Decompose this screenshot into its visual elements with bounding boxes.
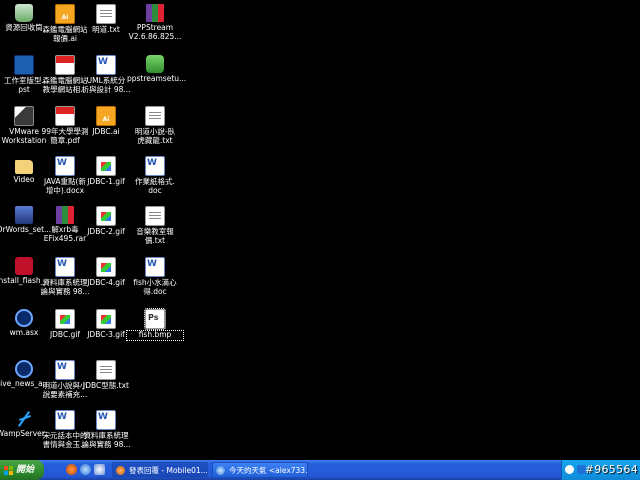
windows-flag-icon: [4, 465, 13, 475]
desktop-icon-16[interactable]: 作業紙格式. doc: [127, 156, 183, 195]
flash-icon: [15, 257, 33, 275]
watermark-text: #965564: [584, 463, 638, 476]
desktop-icon-label: JDBC-3.gif: [87, 330, 125, 339]
desktop-icon-11[interactable]: Ai JDBC.ai: [78, 106, 134, 137]
language-icon[interactable]: [565, 465, 574, 474]
recycle-bin-icon: [15, 4, 33, 22]
desktop-icon-31[interactable]: JDBC型態.txt: [78, 360, 134, 391]
file-icon: [145, 206, 165, 226]
desktop-icon-label: 明道小說-臥 虎藏龍.txt: [134, 127, 176, 145]
wamp-icon: [15, 410, 33, 428]
desktop-icon-label: 資料庫系統理 論與實務 98...: [81, 431, 131, 449]
desktop-icon-label: JDBC.ai: [92, 127, 120, 136]
ai-badge: Ai: [61, 14, 69, 21]
desktop-icon-label: ppstreamsetu...: [127, 74, 187, 83]
desktop-icon-label: 作業紙格式. doc: [135, 177, 175, 195]
taskbar: 開始 發表回覆 - Mobile01... 今天的天氣 <alex733...: [0, 460, 640, 480]
file-icon: [144, 308, 166, 330]
desktop-icon-label: JDBC-1.gif: [87, 177, 125, 186]
desktop-icon-label: JDBC型態.txt: [83, 381, 129, 390]
show-desktop-quicklaunch-icon[interactable]: [94, 464, 105, 475]
file-icon: [145, 257, 165, 277]
vmware-icon: [14, 106, 34, 126]
file-icon: [96, 309, 116, 329]
firefox-icon: [116, 466, 125, 475]
desktop-icon-3[interactable]: 明道.txt: [78, 4, 134, 35]
file-icon: [55, 55, 75, 75]
desktop-icon-12[interactable]: 明道小說-臥 虎藏龍.txt: [127, 106, 183, 145]
file-icon: [96, 156, 116, 176]
file-icon: [96, 206, 116, 226]
internet-explorer-icon: [216, 466, 225, 475]
desktop-icon-label: PPStream V2.6.86.825...: [128, 23, 182, 41]
file-icon: [55, 156, 75, 176]
internet-explorer-quicklaunch-icon[interactable]: [80, 464, 91, 475]
taskbar-window-label: 今天的天氣 <alex733...: [229, 466, 308, 475]
file-icon: [146, 4, 164, 22]
desktop-icon-23[interactable]: JDBC-4.gif: [78, 257, 134, 288]
taskbar-window-label: 發表回覆 - Mobile01...: [129, 466, 208, 475]
file-icon: [14, 55, 34, 75]
desktop-icon-label: JDBC-4.gif: [87, 278, 125, 287]
file-icon: [96, 360, 116, 380]
taskbar-window-2[interactable]: 今天的天氣 <alex733...: [212, 462, 308, 478]
desktop-icon-7[interactable]: UML系統分 析與設計 98...: [78, 55, 134, 94]
desktop-icon-label: fish小水滴心 得.doc: [133, 278, 177, 296]
desktop-icon-24[interactable]: fish小水滴心 得.doc: [127, 257, 183, 296]
media-icon: [15, 309, 33, 327]
file-icon: [55, 257, 75, 277]
file-icon: [96, 410, 116, 430]
firefox-quicklaunch-icon[interactable]: [66, 464, 77, 475]
desktop-icon-label: 明道.txt: [92, 25, 120, 34]
desktop-icon-34[interactable]: 資料庫系統理 論與實務 98...: [78, 410, 134, 449]
file-icon: [96, 55, 116, 75]
file-icon: [56, 206, 74, 224]
desktop-icon-4[interactable]: PPStream V2.6.86.825...: [127, 4, 183, 41]
ai-badge: Ai: [102, 116, 110, 123]
file-icon: [55, 360, 75, 380]
desktop-icon-label: fish.bmp: [126, 330, 184, 341]
desktop-icon-28[interactable]: fish.bmp: [126, 308, 184, 341]
start-button[interactable]: 開始: [0, 460, 44, 480]
desktop-icon-15[interactable]: JDBC-1.gif: [78, 156, 134, 187]
file-icon: [145, 106, 165, 126]
desktop-icon-label: 音樂教室報 價.txt: [136, 227, 174, 245]
file-icon: Ai: [55, 4, 75, 24]
desktop-icon-8[interactable]: ppstreamsetu...: [127, 55, 187, 84]
file-icon: [145, 156, 165, 176]
desktop-icon-label: UML系統分 析與設計 98...: [81, 76, 131, 94]
desktop-icon-label: JDBC-2.gif: [87, 227, 125, 236]
desktop-icon-19[interactable]: JDBC-2.gif: [78, 206, 134, 237]
desktop-icon-20[interactable]: 音樂教室報 價.txt: [127, 206, 183, 245]
file-icon: [146, 55, 164, 73]
file-icon: [96, 4, 116, 24]
app-icon: [15, 206, 33, 224]
desktop: 資源回收筒 Ai 森鑑電腦網站 報價.ai 明道.txt PPStream V2.6.8…: [0, 0, 640, 460]
file-icon: [55, 309, 75, 329]
file-icon: [55, 106, 75, 126]
file-icon: [55, 410, 75, 430]
start-label: 開始: [16, 465, 35, 475]
file-icon: Ai: [96, 106, 116, 126]
media-icon: [15, 360, 33, 378]
taskbar-window-1[interactable]: 發表回覆 - Mobile01...: [112, 462, 208, 478]
desktop-icon-27[interactable]: JDBC-3.gif: [78, 309, 134, 340]
file-icon: [96, 257, 116, 277]
folder-icon: [15, 160, 33, 174]
